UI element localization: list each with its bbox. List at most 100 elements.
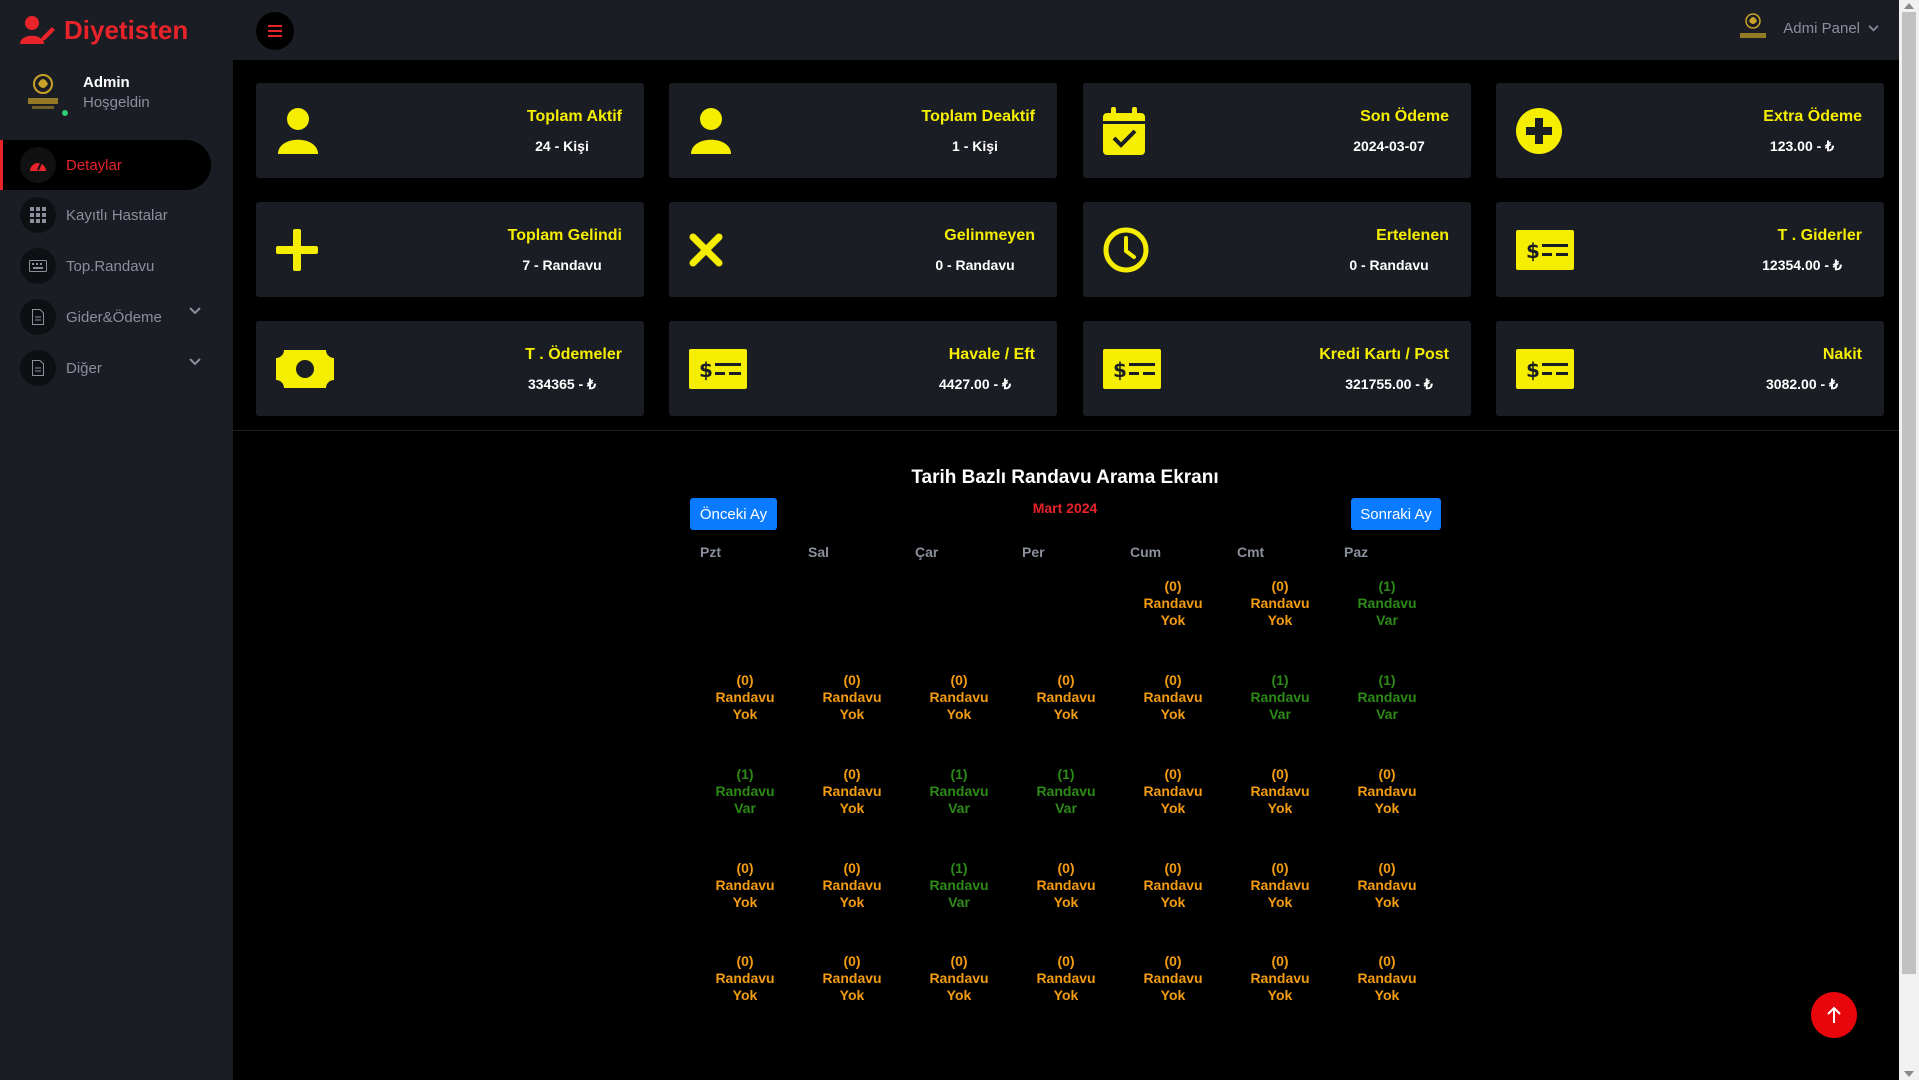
prev-month-button[interactable]: Önceki Ay <box>690 498 777 530</box>
appointment-status: Randavu Var <box>1250 689 1310 722</box>
stat-card[interactable]: Toplam Gelindi 7 - Randavu <box>256 202 644 297</box>
stat-card-value: 1 - Kişi <box>952 138 998 154</box>
plus-circle-icon <box>1516 105 1574 157</box>
stat-card-title: Toplam Gelindi <box>507 227 622 244</box>
stat-card-title: Toplam Aktif <box>526 108 622 125</box>
appointment-count: (0) <box>950 672 968 688</box>
calendar-day-cell[interactable]: (0) Randavu Yok <box>812 860 892 911</box>
stat-card[interactable]: Toplam Aktif 24 - Kişi <box>256 83 644 178</box>
appointment-count: (0) <box>736 860 754 876</box>
user-panel: Admin Hoşgeldin <box>20 68 220 118</box>
calendar-day-cell[interactable]: (0) Randavu Yok <box>812 672 892 723</box>
stat-card[interactable]: Toplam Deaktif 1 - Kişi <box>669 83 1057 178</box>
stat-card-title: Kredi Kartı / Post <box>1319 346 1449 363</box>
money-check-icon: $ <box>689 343 747 395</box>
appointment-count: (0) <box>1271 766 1289 782</box>
scroll-to-top-button[interactable] <box>1811 992 1857 1038</box>
user-icon <box>276 105 334 157</box>
svg-text:$: $ <box>1113 358 1127 382</box>
calendar-day-cell[interactable]: (0) Randavu Yok <box>1240 578 1320 629</box>
appointment-status: Randavu Yok <box>1357 970 1417 1003</box>
calendar-day-cell[interactable]: (0) Randavu Yok <box>1026 953 1106 1004</box>
calendar-day-cell[interactable]: (0) Randavu Yok <box>812 766 892 817</box>
sidebar-item-diger[interactable]: Diğer <box>0 343 211 393</box>
page-scrollbar[interactable] <box>1899 0 1919 1080</box>
calendar-day-cell[interactable]: (1) Randavu Var <box>919 766 999 817</box>
appointment-status: Randavu Var <box>1357 689 1417 722</box>
calendar-day-cell[interactable]: (0) Randavu Yok <box>1240 953 1320 1004</box>
stat-card[interactable]: $ Havale / Eft 4427.00 - ₺ <box>669 321 1057 416</box>
appointment-count: (1) <box>1378 672 1396 688</box>
calendar-day-cell[interactable]: (0) Randavu Yok <box>705 672 785 723</box>
stat-card-title: Nakit <box>1822 346 1862 363</box>
stat-card-title: Toplam Deaktif <box>921 108 1036 125</box>
appointment-status: Randavu Yok <box>1250 783 1310 816</box>
calendar-day-cell[interactable]: (0) Randavu Yok <box>1133 672 1213 723</box>
calendar-day-cell[interactable]: (0) Randavu Yok <box>919 953 999 1004</box>
calendar-day-cell[interactable]: (0) Randavu Yok <box>1347 860 1427 911</box>
calendar-day-cell[interactable]: (0) Randavu Yok <box>1133 766 1213 817</box>
scroll-up-arrow-icon[interactable] <box>1904 3 1914 9</box>
stat-card[interactable]: Son Ödeme 2024-03-07 <box>1083 83 1471 178</box>
scrollbar-thumb[interactable] <box>1902 12 1916 974</box>
sidebar-item-label: Kayıtlı Hastalar <box>66 206 168 224</box>
app-root: Diyetisten Admin Hoşgeldin Detaylar Kayı… <box>0 0 1919 1080</box>
appointment-status: Randavu Yok <box>1357 877 1417 910</box>
brand-logo[interactable]: Diyetisten <box>20 10 188 50</box>
calendar-day-cell[interactable]: (1) Randavu Var <box>1347 578 1427 629</box>
calendar-day-cell[interactable]: (1) Randavu Var <box>919 860 999 911</box>
stat-card[interactable]: $ Kredi Kartı / Post 321755.00 - ₺ <box>1083 321 1471 416</box>
stat-card-title: Son Ödeme <box>1360 108 1449 125</box>
sidebar-item-label: Diğer <box>66 359 102 377</box>
calendar-day-cell[interactable]: (0) Randavu Yok <box>1240 766 1320 817</box>
calendar-day-cell[interactable]: (0) Randavu Yok <box>1240 860 1320 911</box>
stat-card[interactable]: $ Nakit 3082.00 - ₺ <box>1496 321 1884 416</box>
sidebar-item-top-randavu[interactable]: Top.Randavu <box>0 241 211 291</box>
admin-panel-dropdown[interactable]: Admi Panel <box>1737 10 1879 46</box>
weekday-header: Sal <box>808 544 830 560</box>
calendar-day-cell[interactable]: (0) Randavu Yok <box>1133 953 1213 1004</box>
calendar-day-cell[interactable]: (1) Randavu Var <box>1240 672 1320 723</box>
appointment-count: (1) <box>1271 672 1289 688</box>
stat-card-value: 321755.00 - ₺ <box>1345 376 1433 392</box>
calendar-day-cell[interactable]: (0) Randavu Yok <box>705 860 785 911</box>
stat-card[interactable]: Ertelenen 0 - Randavu <box>1083 202 1471 297</box>
chevron-down-icon <box>189 307 201 315</box>
stat-card-value: 123.00 - ₺ <box>1769 138 1835 154</box>
weekday-header: Paz <box>1344 544 1369 560</box>
appointment-status: Randavu Yok <box>1143 689 1203 722</box>
calendar-day-cell[interactable]: (1) Randavu Var <box>1347 672 1427 723</box>
calendar-day-cell[interactable]: (0) Randavu Yok <box>1026 672 1106 723</box>
stat-card[interactable]: Extra Ödeme 123.00 - ₺ <box>1496 83 1884 178</box>
appointment-status: Randavu Yok <box>929 970 989 1003</box>
calendar-day-cell[interactable]: (0) Randavu Yok <box>812 953 892 1004</box>
scroll-down-arrow-icon[interactable] <box>1904 1071 1914 1077</box>
appointment-status: Randavu Yok <box>1036 689 1096 722</box>
appointment-count: (0) <box>736 672 754 688</box>
stat-card[interactable]: $ T . Giderler 12354.00 - ₺ <box>1496 202 1884 297</box>
calendar-day-cell[interactable]: (0) Randavu Yok <box>705 953 785 1004</box>
calendar-day-cell[interactable]: (0) Randavu Yok <box>1347 953 1427 1004</box>
sidebar-item-kayitli-hastalar[interactable]: Kayıtlı Hastalar <box>0 190 211 240</box>
calendar-day-cell[interactable]: (0) Randavu Yok <box>919 672 999 723</box>
calendar-day-cell[interactable]: (1) Randavu Var <box>1026 766 1106 817</box>
sidebar-item-gider-odeme[interactable]: Gider&Ödeme <box>0 292 211 342</box>
calendar-day-cell[interactable]: (1) Randavu Var <box>705 766 785 817</box>
next-month-button[interactable]: Sonraki Ay <box>1351 498 1441 530</box>
calendar-day-cell[interactable]: (0) Randavu Yok <box>1347 766 1427 817</box>
sidebar-item-detaylar[interactable]: Detaylar <box>0 140 211 190</box>
appointment-status: Randavu Yok <box>1036 877 1096 910</box>
user-edit-icon <box>20 16 55 44</box>
calendar-day-cell[interactable]: (0) Randavu Yok <box>1026 860 1106 911</box>
svg-text:$: $ <box>699 358 713 382</box>
appointment-status: Randavu Yok <box>1250 595 1310 628</box>
stat-card[interactable]: T . Ödemeler 334365 - ₺ <box>256 321 644 416</box>
calendar-day-cell[interactable]: (0) Randavu Yok <box>1133 578 1213 629</box>
stat-card[interactable]: Gelinmeyen 0 - Randavu <box>669 202 1057 297</box>
sidebar-item-label: Top.Randavu <box>66 257 155 275</box>
menu-toggle-button[interactable] <box>256 12 294 50</box>
sidebar: Diyetisten Admin Hoşgeldin Detaylar Kayı… <box>0 0 233 1080</box>
topbar: Admi Panel <box>233 0 1899 60</box>
calendar-day-cell[interactable]: (0) Randavu Yok <box>1133 860 1213 911</box>
appointment-count: (0) <box>736 953 754 969</box>
